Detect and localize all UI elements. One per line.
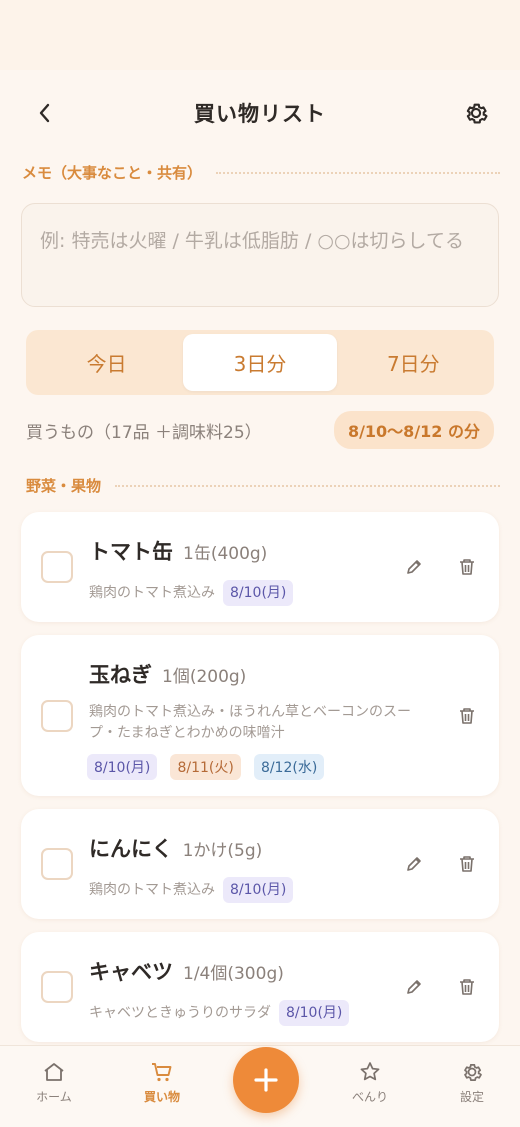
memo-input[interactable]: 例: 特売は火曜 / 牛乳は低脂肪 / ○○は切らしてる	[21, 203, 499, 307]
add-item-button[interactable]	[233, 1047, 299, 1113]
nav-benri[interactable]: べんり	[330, 1060, 410, 1105]
plus-icon	[254, 1068, 278, 1092]
trash-icon	[460, 979, 474, 995]
nav-settings-label: 設定	[459, 1090, 484, 1104]
list-item: にんにく 1かけ(5g) 鶏肉のトマト煮込み 8/10(月)	[21, 809, 499, 919]
item-name-line: キャベツ 1/4個(300g)	[89, 956, 284, 986]
nav-shopping[interactable]: 買い物	[122, 1060, 202, 1105]
settings-button[interactable]	[460, 97, 492, 129]
date-tag: 8/10(月)	[223, 580, 294, 606]
pencil-icon	[407, 980, 421, 994]
edit-button[interactable]	[401, 974, 427, 1000]
edit-button[interactable]	[401, 554, 427, 580]
item-name-line: にんにく 1かけ(5g)	[89, 833, 262, 863]
item-name: 玉ねぎ	[89, 663, 152, 687]
divider-dots	[115, 484, 500, 487]
delete-button[interactable]	[454, 974, 480, 1000]
divider-dots	[216, 171, 500, 174]
item-quantity: 1かけ(5g)	[182, 841, 263, 861]
item-name: キャベツ	[89, 960, 173, 984]
item-quantity: 1/4個(300g)	[183, 964, 284, 984]
pencil-icon	[407, 857, 421, 871]
delete-button[interactable]	[454, 554, 480, 580]
nav-home-label: ホーム	[36, 1090, 72, 1104]
item-name-line: トマト缶 1缶(400g)	[89, 536, 267, 566]
date-tag: 8/12(水)	[253, 754, 325, 780]
nav-settings[interactable]: 設定	[432, 1060, 512, 1105]
date-tag: 8/10(月)	[279, 1000, 350, 1026]
category-label: 野菜・果物	[26, 477, 102, 495]
item-recipe-line1: 鶏肉のトマト煮込み・ほうれん草とベーコンのスー	[89, 704, 411, 720]
trash-icon	[460, 708, 474, 724]
memo-placeholder: 例: 特売は火曜 / 牛乳は低脂肪 / ○○は切らしてる	[40, 230, 464, 252]
back-button[interactable]	[30, 98, 60, 128]
trash-icon	[460, 559, 474, 575]
edit-button[interactable]	[401, 851, 427, 877]
home-icon	[44, 1063, 64, 1081]
list-item: 玉ねぎ 1個(200g) 鶏肉のトマト煮込み・ほうれん草とベーコンのスー プ・たま…	[21, 635, 499, 796]
item-recipe: 鶏肉のトマト煮込み	[89, 882, 215, 898]
delete-button[interactable]	[454, 703, 480, 729]
item-recipe-line: 鶏肉のトマト煮込み 8/10(月)	[89, 580, 294, 606]
pencil-icon	[407, 560, 421, 574]
app-screen: 買い物リスト メモ（大事なこと・共有） 例: 特売は火曜 / 牛乳は低脂肪 / …	[0, 70, 520, 1127]
list-item: キャベツ 1/4個(300g) キャベツときゅうりのサラダ 8/10(月)	[21, 932, 499, 1042]
date-tags: 8/10(月) 8/11(火) 8/12(水)	[87, 754, 325, 780]
item-recipe-line2: プ・たまねぎとわかめの味噌汁	[89, 725, 285, 741]
gear-icon	[464, 1064, 482, 1081]
date-tag: 8/10(月)	[223, 877, 294, 903]
memo-section-label: メモ（大事なこと・共有）	[22, 164, 203, 182]
header: 買い物リスト	[0, 70, 520, 155]
item-name-line: 玉ねぎ 1個(200g)	[89, 659, 246, 689]
nav-home[interactable]: ホーム	[14, 1060, 94, 1105]
delete-button[interactable]	[454, 851, 480, 877]
item-recipe: 鶏肉のトマト煮込み	[89, 585, 215, 601]
list-item: トマト缶 1缶(400g) 鶏肉のトマト煮込み 8/10(月)	[21, 512, 499, 622]
gear-icon	[466, 103, 488, 124]
summary-row: 買うもの（17品 ＋調味料25） 8/10〜8/12 の分	[26, 411, 494, 449]
item-checkbox[interactable]	[41, 848, 73, 880]
item-checkbox[interactable]	[41, 700, 73, 732]
segment-7days[interactable]: 7日分	[337, 334, 490, 391]
cart-icon	[152, 1063, 172, 1082]
item-recipe: キャベツときゅうりのサラダ	[89, 1005, 271, 1021]
date-tag: 8/11(火)	[170, 754, 241, 780]
date-tag: 8/10(月)	[87, 754, 158, 780]
segment-3days[interactable]: 3日分	[183, 334, 337, 391]
category-header: 野菜・果物	[26, 475, 500, 496]
nav-shopping-label: 買い物	[143, 1090, 180, 1104]
trash-icon	[460, 856, 474, 872]
item-name: トマト缶	[89, 540, 173, 564]
memo-section-header: メモ（大事なこと・共有）	[22, 162, 500, 183]
item-recipe-line: キャベツときゅうりのサラダ 8/10(月)	[89, 1000, 350, 1026]
item-recipe-line: 鶏肉のトマト煮込み 8/10(月)	[89, 877, 294, 903]
star-icon	[360, 1062, 380, 1081]
status-bar-space	[0, 0, 520, 70]
period-segment-control: 今日 3日分 7日分	[26, 330, 494, 395]
item-quantity: 1個(200g)	[162, 667, 247, 687]
item-checkbox[interactable]	[41, 971, 73, 1003]
segment-today[interactable]: 今日	[30, 334, 183, 391]
nav-benri-label: べんり	[351, 1090, 388, 1104]
date-range-badge: 8/10〜8/12 の分	[333, 411, 494, 449]
summary-count: 買うもの（17品 ＋調味料25）	[26, 422, 262, 443]
item-checkbox[interactable]	[41, 551, 73, 583]
chevron-left-icon	[39, 103, 50, 123]
page-title: 買い物リスト	[194, 101, 326, 126]
item-quantity: 1缶(400g)	[183, 544, 268, 564]
item-name: にんにく	[89, 837, 173, 861]
